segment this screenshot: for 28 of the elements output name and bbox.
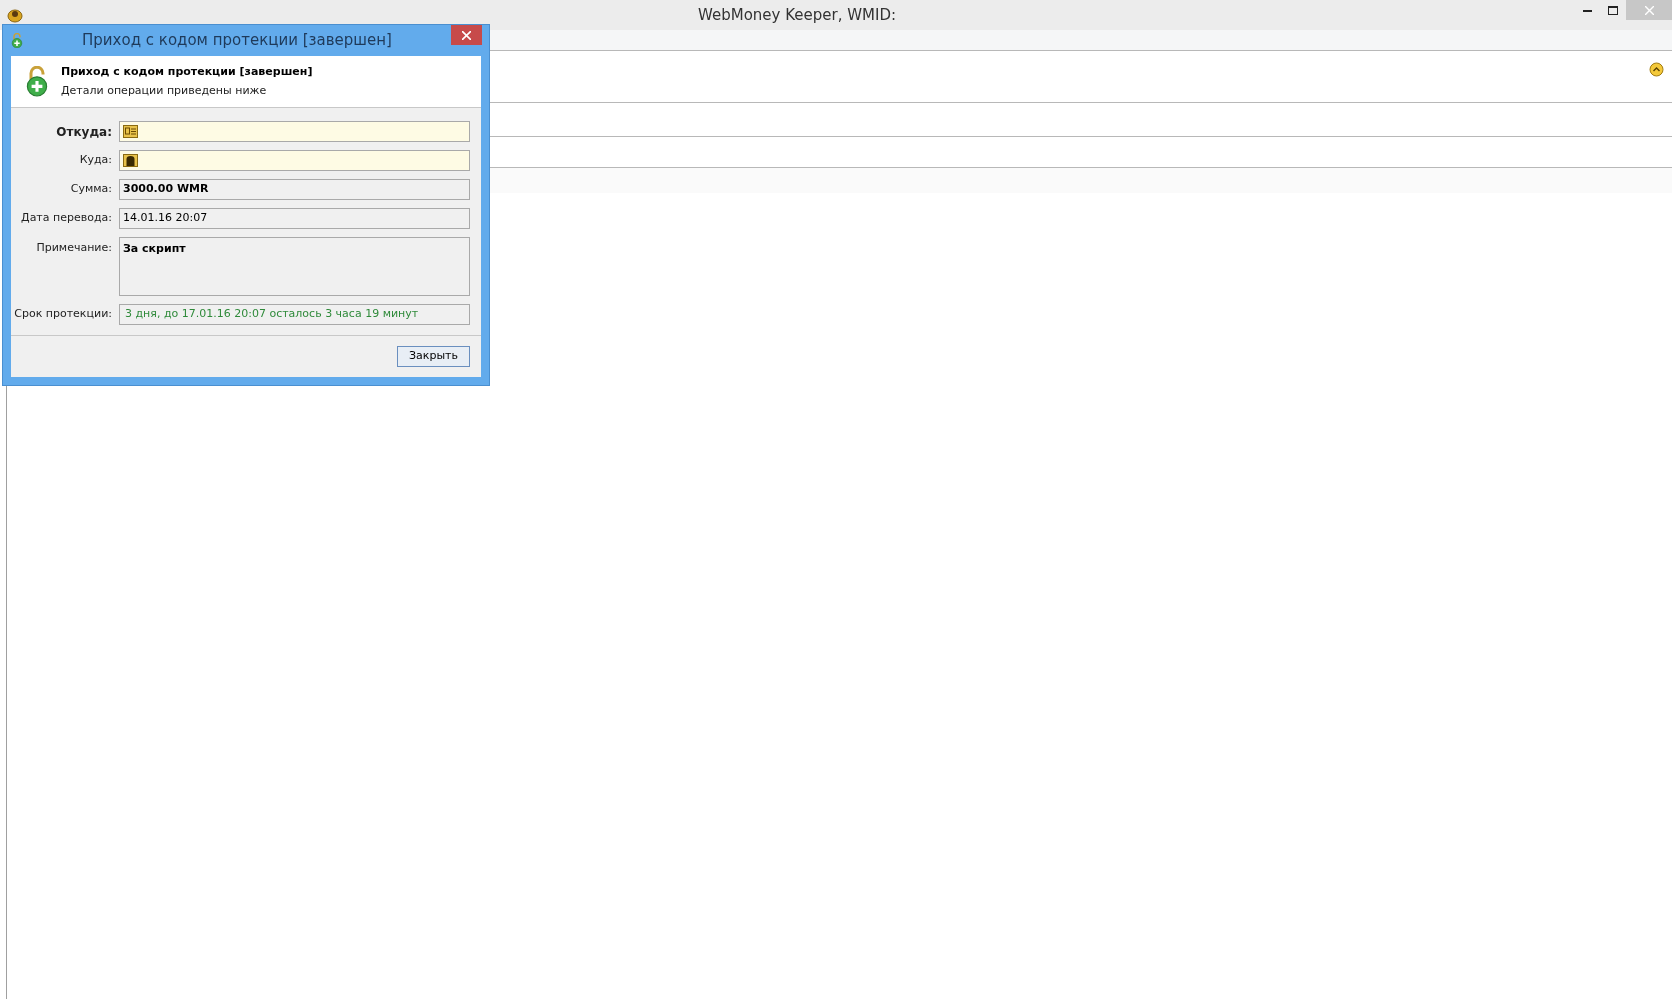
dialog-heading: Приход с кодом протекции [завершен] [61, 63, 313, 80]
maximize-icon [1608, 5, 1618, 15]
dialog-title: Приход с кодом протекции [завершен] [81, 30, 393, 52]
close-icon [1644, 5, 1654, 15]
id-card-icon [123, 125, 138, 138]
value-field[interactable]: 3000.00 WMR [119, 179, 470, 200]
close-dialog-button[interactable]: Закрыть [397, 346, 470, 367]
close-button[interactable] [451, 25, 482, 45]
collapse-icon[interactable] [1649, 62, 1664, 77]
field-label: Сумма: [69, 181, 112, 198]
purse-field[interactable] [119, 150, 470, 171]
window-title: WebMoney Keeper, WMID: [698, 4, 896, 26]
field-label: Откуда: [55, 123, 112, 141]
minimize-icon [1582, 8, 1592, 12]
close-icon [462, 30, 471, 40]
note-field[interactable]: За скрипт [119, 237, 470, 296]
lock-icon [11, 32, 23, 49]
field-label: Куда: [78, 152, 112, 169]
protection-field[interactable]: 3 дня, до 17.01.16 20:07 осталось 3 часа 19 минут [119, 304, 470, 325]
value-field[interactable]: 14.01.16 20:07 [119, 208, 470, 229]
unlocked-lock-icon [25, 65, 49, 98]
field-label: Дата перевода: [20, 210, 112, 227]
door-icon [123, 154, 138, 167]
field-label: Срок протекции: [13, 306, 112, 323]
dialog-subheading: Детали операции приведены ниже [61, 83, 268, 99]
purse-field[interactable] [119, 121, 470, 142]
coin-icon [6, 6, 24, 24]
field-label: Примечание: [35, 240, 112, 256]
